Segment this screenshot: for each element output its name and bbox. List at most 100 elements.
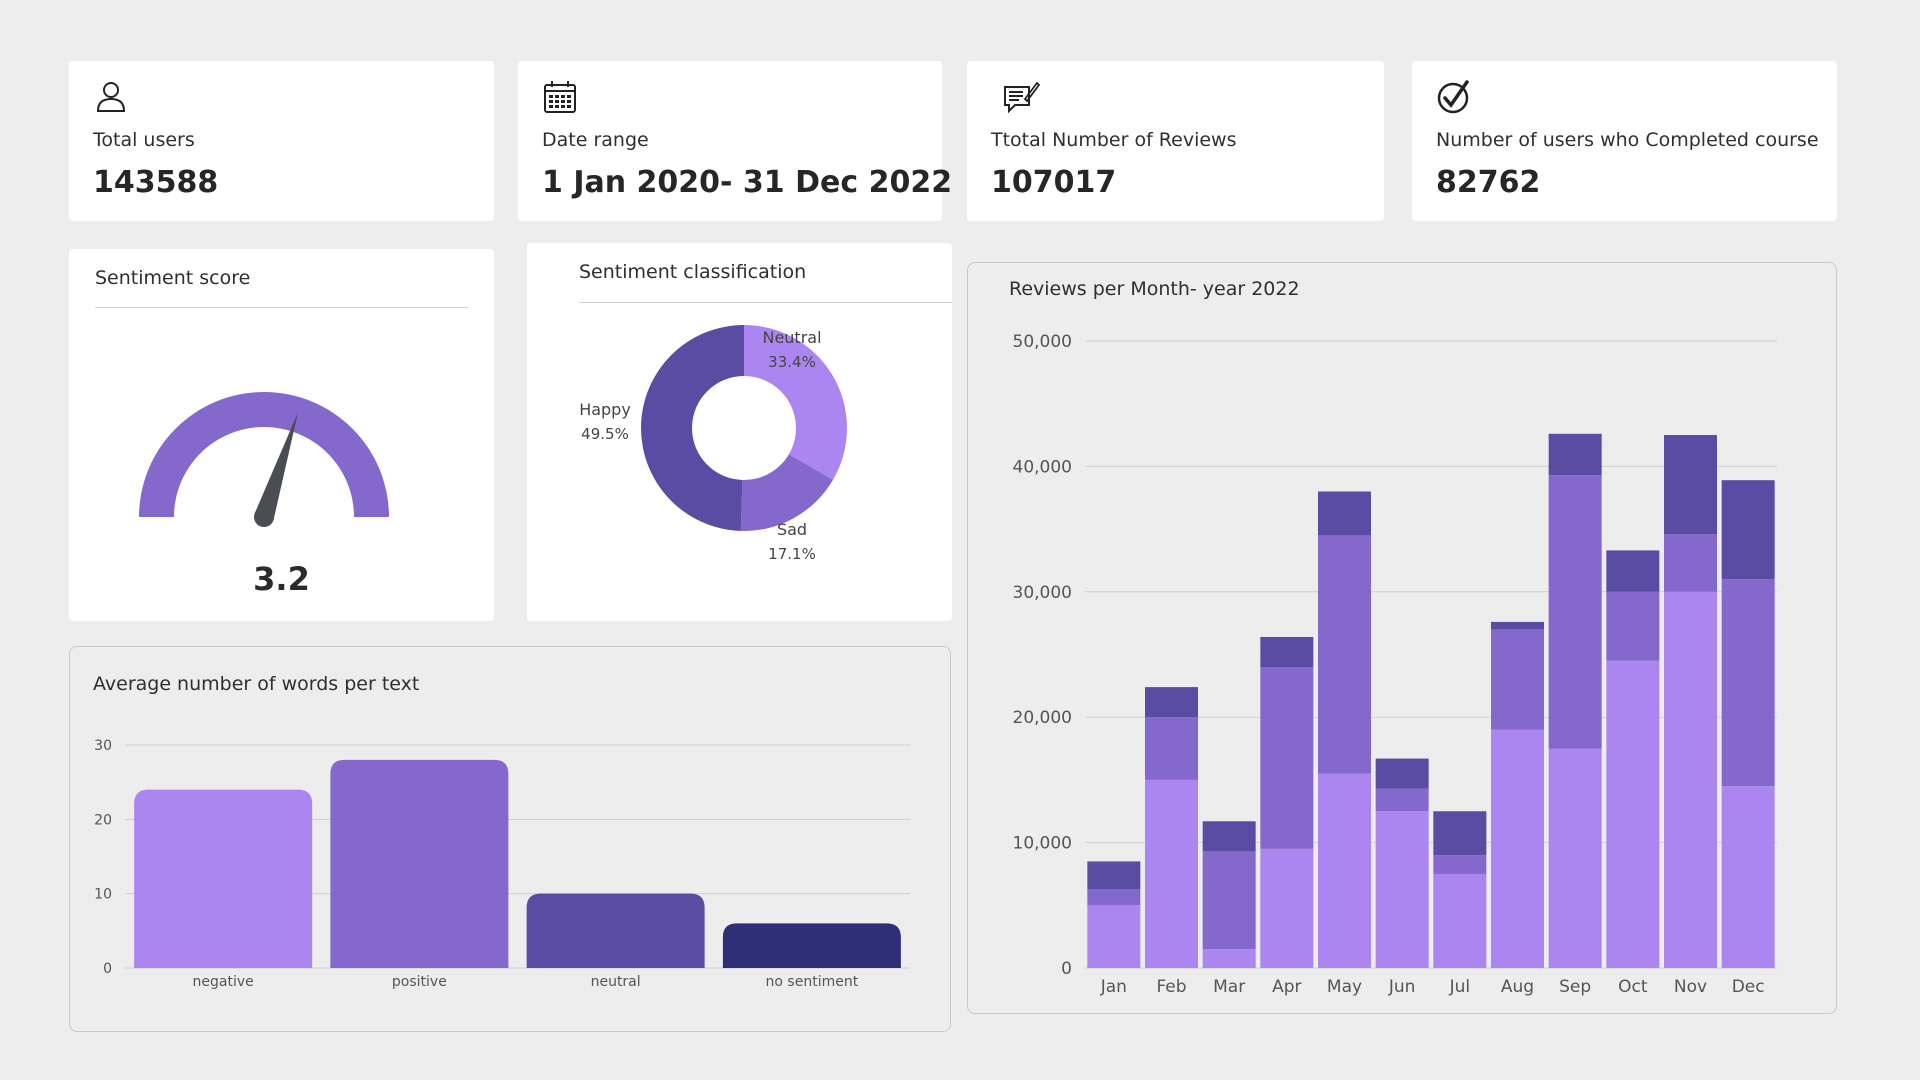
avg-words-card: Average number of words per text 0 10 20 30… xyxy=(69,646,951,1032)
y-tick-label: 30,000 xyxy=(1013,583,1072,603)
x-tick-label: Dec xyxy=(1732,977,1765,997)
y-tick-label: 40,000 xyxy=(1013,457,1072,477)
bar-segment-may xyxy=(1318,773,1371,968)
donut-label-name: Sad xyxy=(777,520,807,539)
bar-segment-oct xyxy=(1606,550,1660,592)
bar-segment-nov xyxy=(1664,435,1717,535)
bar-segment-jul xyxy=(1433,811,1487,856)
kpi-value: 107017 xyxy=(991,165,1117,200)
bar-no-sentiment xyxy=(722,923,901,968)
bar-segment-jul xyxy=(1433,855,1487,874)
donut-slice-neutral xyxy=(744,325,847,480)
donut-label-pct: 49.5% xyxy=(581,425,629,443)
bar-segment-sep xyxy=(1548,748,1602,968)
sentiment-donut-chart: Neutral 33.4% Sad 17.1% Happy 49.5% xyxy=(579,325,847,563)
kpi-label: Date range xyxy=(542,129,649,151)
donut-slice-happy xyxy=(640,325,744,531)
bar-segment-apr xyxy=(1260,636,1314,668)
bar-segment-jun xyxy=(1375,811,1429,968)
gauge-needle xyxy=(254,412,298,521)
x-tick-label: Jul xyxy=(1449,977,1471,997)
y-tick-label: 20,000 xyxy=(1013,708,1072,728)
bar-segment-jul xyxy=(1433,873,1487,968)
kpi-label: Total users xyxy=(93,129,195,151)
bar-segment-mar xyxy=(1202,851,1256,950)
x-tick-label: Oct xyxy=(1618,977,1648,997)
bar-segment-dec xyxy=(1721,786,1775,968)
bar-segment-jan xyxy=(1087,861,1141,889)
bar-segment-mar xyxy=(1202,949,1256,968)
bar-segment-mar xyxy=(1202,821,1256,852)
donut-label-pct: 33.4% xyxy=(768,353,816,371)
user-icon xyxy=(96,82,126,112)
avg-words-bar-chart: 0 10 20 30 negative positive neutral no sentime… xyxy=(94,738,910,990)
y-tick-label: 0 xyxy=(1061,959,1072,979)
x-tick-label: Jun xyxy=(1388,977,1416,997)
bar-segment-sep xyxy=(1548,433,1602,476)
bar-segment-aug xyxy=(1491,621,1544,630)
x-tick-label: Jan xyxy=(1100,977,1127,997)
sentiment-score-value: 3.2 xyxy=(253,560,310,598)
bar-segment-dec xyxy=(1721,579,1775,787)
x-tick-label: Mar xyxy=(1213,977,1245,997)
bar-segment-sep xyxy=(1548,475,1602,749)
x-tick-label: Nov xyxy=(1674,977,1707,997)
kpi-card-completed-course: Number of users who Completed course 827… xyxy=(1412,61,1837,221)
kpi-label: Number of users who Completed course xyxy=(1436,129,1819,151)
x-tick-label: no sentiment xyxy=(766,974,859,990)
bar-segment-feb xyxy=(1145,779,1198,968)
y-tick-label: 30 xyxy=(94,738,112,754)
y-tick-label: 0 xyxy=(103,961,112,977)
x-tick-label: neutral xyxy=(591,974,641,990)
x-tick-label: May xyxy=(1327,977,1362,997)
bar-segment-oct xyxy=(1606,591,1660,661)
x-tick-label: Apr xyxy=(1272,977,1301,997)
kpi-card-date-range: Date range 1 Jan 2020- 31 Dec 2022 xyxy=(518,61,952,221)
x-tick-label: Feb xyxy=(1156,977,1186,997)
y-tick-label: 50,000 xyxy=(1013,332,1072,352)
y-tick-label: 20 xyxy=(94,812,112,828)
sentiment-score-card: Sentiment score 3.2 xyxy=(69,249,494,621)
kpi-value: 143588 xyxy=(93,165,219,200)
kpi-label: Ttotal Number of Reviews xyxy=(991,129,1237,151)
y-tick-label: 10 xyxy=(94,887,112,903)
kpi-value: 82762 xyxy=(1436,165,1541,200)
x-tick-label: Aug xyxy=(1501,977,1534,997)
bar-negative xyxy=(134,789,313,968)
bar-segment-dec xyxy=(1721,480,1775,580)
calendar-icon xyxy=(544,81,576,113)
gauge-needle-hub xyxy=(254,507,274,527)
bar-segment-feb xyxy=(1145,717,1198,780)
review-icon xyxy=(1004,81,1041,114)
kpi-value: 1 Jan 2020- 31 Dec 2022 xyxy=(542,165,953,200)
bar-segment-feb xyxy=(1145,687,1198,718)
bar-segment-aug xyxy=(1491,629,1544,730)
bar-segment-nov xyxy=(1664,534,1717,592)
bar-segment-jun xyxy=(1375,758,1429,789)
bar-segment-apr xyxy=(1260,667,1314,849)
bar-segment-jun xyxy=(1375,788,1429,812)
reviews-per-month-stacked-chart: 0 10,000 20,000 30,000 40,000 50,000 Jan Feb Mar… xyxy=(1013,332,1777,997)
bar-neutral xyxy=(526,893,705,968)
reviews-per-month-card: Reviews per Month- year 2022 0 10,000 20,0… xyxy=(967,262,1837,1014)
donut-label-name: Neutral xyxy=(762,328,821,347)
bar-positive xyxy=(330,759,509,968)
bar-segment-oct xyxy=(1606,660,1660,968)
bar-segment-jan xyxy=(1087,888,1141,906)
donut-label-pct: 17.1% xyxy=(768,545,816,563)
bar-segment-jan xyxy=(1087,905,1141,968)
x-tick-label: negative xyxy=(193,974,254,990)
check-circle-icon xyxy=(1437,80,1469,114)
bar-segment-nov xyxy=(1664,591,1717,968)
bar-segment-apr xyxy=(1260,848,1314,968)
bar-segment-aug xyxy=(1491,729,1544,968)
bar-segment-may xyxy=(1318,491,1371,536)
kpi-card-total-reviews: Ttotal Number of Reviews 107017 xyxy=(967,61,1384,221)
x-tick-label: Sep xyxy=(1559,977,1591,997)
x-tick-label: positive xyxy=(392,974,447,990)
kpi-card-total-users: Total users 143588 xyxy=(69,61,494,221)
donut-label-name: Happy xyxy=(579,400,631,419)
sentiment-classification-card: Sentiment classification Neutral 33.4% Sad… xyxy=(527,243,952,621)
y-tick-label: 10,000 xyxy=(1013,834,1072,854)
bar-segment-may xyxy=(1318,535,1371,774)
